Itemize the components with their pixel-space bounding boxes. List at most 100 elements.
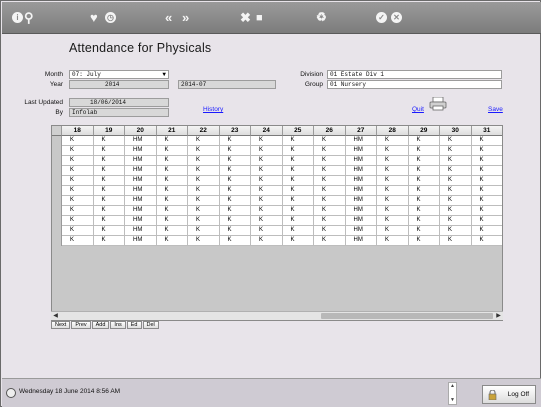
attendance-cell[interactable]: K (251, 186, 283, 196)
attendance-cell[interactable]: K (282, 146, 314, 156)
attendance-cell[interactable]: K (62, 216, 94, 226)
attendance-cell[interactable]: K (62, 196, 94, 206)
attendance-cell[interactable]: HM (345, 186, 377, 196)
attendance-cell[interactable]: K (93, 196, 125, 206)
attendance-cell[interactable]: K (156, 156, 188, 166)
attendance-cell[interactable]: K (156, 186, 188, 196)
attendance-cell[interactable]: K (377, 156, 409, 166)
attendance-cell[interactable]: K (156, 136, 188, 146)
attendance-cell[interactable]: K (62, 166, 94, 176)
attendance-cell[interactable]: HM (345, 196, 377, 206)
attendance-cell[interactable]: K (188, 226, 220, 236)
attendance-cell[interactable]: K (93, 146, 125, 156)
attendance-cell[interactable]: K (440, 216, 472, 226)
attendance-cell[interactable]: HM (125, 226, 157, 236)
add-button[interactable]: Add (91, 321, 110, 329)
attendance-cell[interactable]: K (251, 136, 283, 146)
attendance-cell[interactable]: K (377, 166, 409, 176)
row-selector[interactable] (52, 156, 62, 166)
scroll-left-icon[interactable]: ◀ (51, 312, 60, 321)
attendance-cell[interactable]: K (471, 146, 502, 156)
attendance-cell[interactable]: K (156, 206, 188, 216)
ed-button[interactable]: Ed (126, 321, 142, 329)
attendance-cell[interactable]: K (251, 166, 283, 176)
attendance-cell[interactable]: K (440, 186, 472, 196)
attendance-cell[interactable]: HM (125, 136, 157, 146)
attendance-cell[interactable]: K (440, 196, 472, 206)
attendance-cell[interactable]: HM (345, 166, 377, 176)
column-header[interactable]: 25 (282, 126, 314, 136)
attendance-cell[interactable]: K (156, 226, 188, 236)
attendance-cell[interactable]: K (377, 236, 409, 246)
attendance-cell[interactable]: K (62, 206, 94, 216)
attendance-cell[interactable]: K (156, 166, 188, 176)
attendance-cell[interactable]: K (251, 206, 283, 216)
attendance-cell[interactable]: K (62, 156, 94, 166)
attendance-cell[interactable]: K (93, 166, 125, 176)
attendance-cell[interactable]: K (219, 176, 251, 186)
attendance-cell[interactable]: K (156, 146, 188, 156)
column-header[interactable]: 21 (156, 126, 188, 136)
quit-link[interactable]: Quit (412, 106, 424, 113)
tools-icon[interactable]: ✖ (240, 11, 251, 24)
attendance-cell[interactable]: K (408, 216, 440, 226)
logoff-button[interactable]: Log Off (482, 385, 536, 404)
attendance-cell[interactable]: HM (345, 206, 377, 216)
attendance-cell[interactable]: K (156, 216, 188, 226)
attendance-cell[interactable]: K (251, 216, 283, 226)
attendance-cell[interactable]: K (188, 196, 220, 206)
row-selector[interactable] (52, 176, 62, 186)
division-field[interactable]: 01 Estate Div 1 (327, 70, 502, 79)
attendance-cell[interactable]: K (440, 176, 472, 186)
group-field[interactable]: 01 Nursery (327, 80, 502, 89)
attendance-cell[interactable]: K (219, 206, 251, 216)
column-header[interactable]: 30 (440, 126, 472, 136)
attendance-cell[interactable]: K (93, 206, 125, 216)
attendance-cell[interactable]: K (408, 146, 440, 156)
attendance-cell[interactable]: K (282, 186, 314, 196)
attendance-cell[interactable]: K (251, 176, 283, 186)
attendance-cell[interactable]: K (93, 236, 125, 246)
attendance-cell[interactable]: K (377, 206, 409, 216)
attendance-cell[interactable]: K (314, 156, 346, 166)
attendance-cell[interactable]: K (93, 216, 125, 226)
attendance-cell[interactable]: K (471, 186, 502, 196)
attendance-cell[interactable]: K (219, 196, 251, 206)
attendance-cell[interactable]: K (188, 136, 220, 146)
attendance-cell[interactable]: K (251, 236, 283, 246)
column-header[interactable]: 27 (345, 126, 377, 136)
attendance-cell[interactable]: HM (125, 166, 157, 176)
row-selector[interactable] (52, 206, 62, 216)
attendance-cell[interactable]: K (156, 236, 188, 246)
attendance-cell[interactable]: K (377, 136, 409, 146)
row-selector[interactable] (52, 166, 62, 176)
attendance-cell[interactable]: K (314, 136, 346, 146)
check-icon[interactable]: ✓ (376, 12, 387, 23)
attendance-cell[interactable]: K (62, 226, 94, 236)
attendance-cell[interactable]: K (156, 196, 188, 206)
attendance-cell[interactable]: K (377, 196, 409, 206)
del-button[interactable]: Del (142, 321, 159, 329)
attendance-cell[interactable]: K (282, 166, 314, 176)
attendance-cell[interactable]: K (93, 136, 125, 146)
attendance-cell[interactable]: K (62, 136, 94, 146)
attendance-cell[interactable]: K (188, 146, 220, 156)
attendance-cell[interactable]: K (314, 226, 346, 236)
scroll-down-icon[interactable]: ▼ (449, 397, 456, 404)
attendance-cell[interactable]: K (219, 136, 251, 146)
column-header[interactable]: 20 (125, 126, 157, 136)
attendance-cell[interactable]: HM (125, 176, 157, 186)
attendance-cell[interactable]: K (93, 156, 125, 166)
attendance-cell[interactable]: K (251, 196, 283, 206)
attendance-cell[interactable]: K (408, 166, 440, 176)
attendance-cell[interactable]: K (282, 156, 314, 166)
attendance-cell[interactable]: K (282, 216, 314, 226)
attendance-cell[interactable]: K (471, 236, 502, 246)
attendance-cell[interactable]: HM (345, 226, 377, 236)
row-selector[interactable] (52, 186, 62, 196)
attendance-cell[interactable]: HM (345, 176, 377, 186)
close-icon[interactable]: ✕ (391, 12, 402, 23)
history-link[interactable]: History (203, 106, 223, 113)
attendance-cell[interactable]: K (219, 186, 251, 196)
attendance-cell[interactable]: K (377, 176, 409, 186)
